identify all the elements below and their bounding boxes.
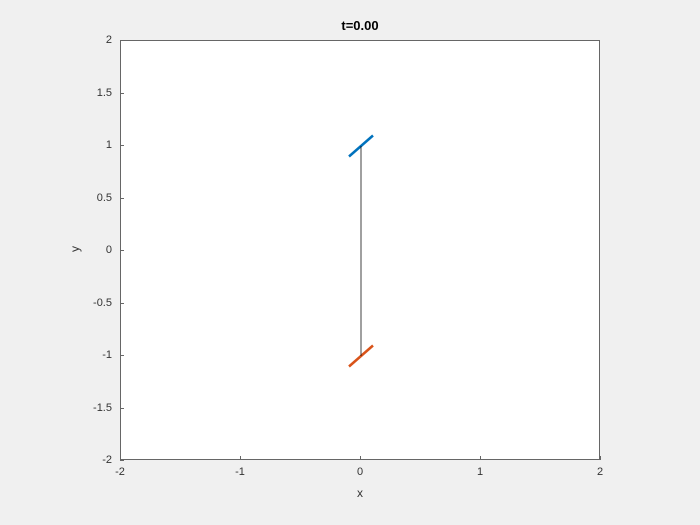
y-tick <box>120 303 124 304</box>
plot-axes[interactable] <box>120 40 600 460</box>
y-tick-label: -1.5 <box>93 402 112 414</box>
chart-title: t=0.00 <box>120 18 600 33</box>
y-tick <box>120 198 124 199</box>
x-tick <box>240 456 241 460</box>
y-axis-label: y <box>68 239 82 259</box>
y-tick-label: 2 <box>106 34 112 46</box>
y-tick <box>120 355 124 356</box>
y-tick-label: -2 <box>102 454 112 466</box>
y-tick <box>120 408 124 409</box>
y-tick <box>120 250 124 251</box>
x-tick-label: -1 <box>235 466 245 478</box>
x-tick <box>360 456 361 460</box>
x-tick <box>480 456 481 460</box>
figure-window: t=0.00 x y -2 -1 0 1 2 -2 -1.5 -1 -0.5 0 0.5 1 1.5 2 <box>0 0 700 525</box>
x-axis-label: x <box>120 486 600 500</box>
x-tick-label: 2 <box>597 466 603 478</box>
y-tick-label: -0.5 <box>93 297 112 309</box>
plot-canvas <box>121 41 601 461</box>
x-tick-label: 0 <box>357 466 363 478</box>
y-tick-label: 1.5 <box>97 87 112 99</box>
y-tick-label: 0.5 <box>97 192 112 204</box>
y-tick-label: -1 <box>102 349 112 361</box>
y-tick-label: 0 <box>106 244 112 256</box>
y-tick <box>120 93 124 94</box>
x-tick-label: -2 <box>115 466 125 478</box>
y-tick <box>120 145 124 146</box>
x-tick-label: 1 <box>477 466 483 478</box>
x-tick <box>600 456 601 460</box>
y-tick <box>120 460 124 461</box>
y-tick <box>120 40 124 41</box>
y-tick-label: 1 <box>106 139 112 151</box>
